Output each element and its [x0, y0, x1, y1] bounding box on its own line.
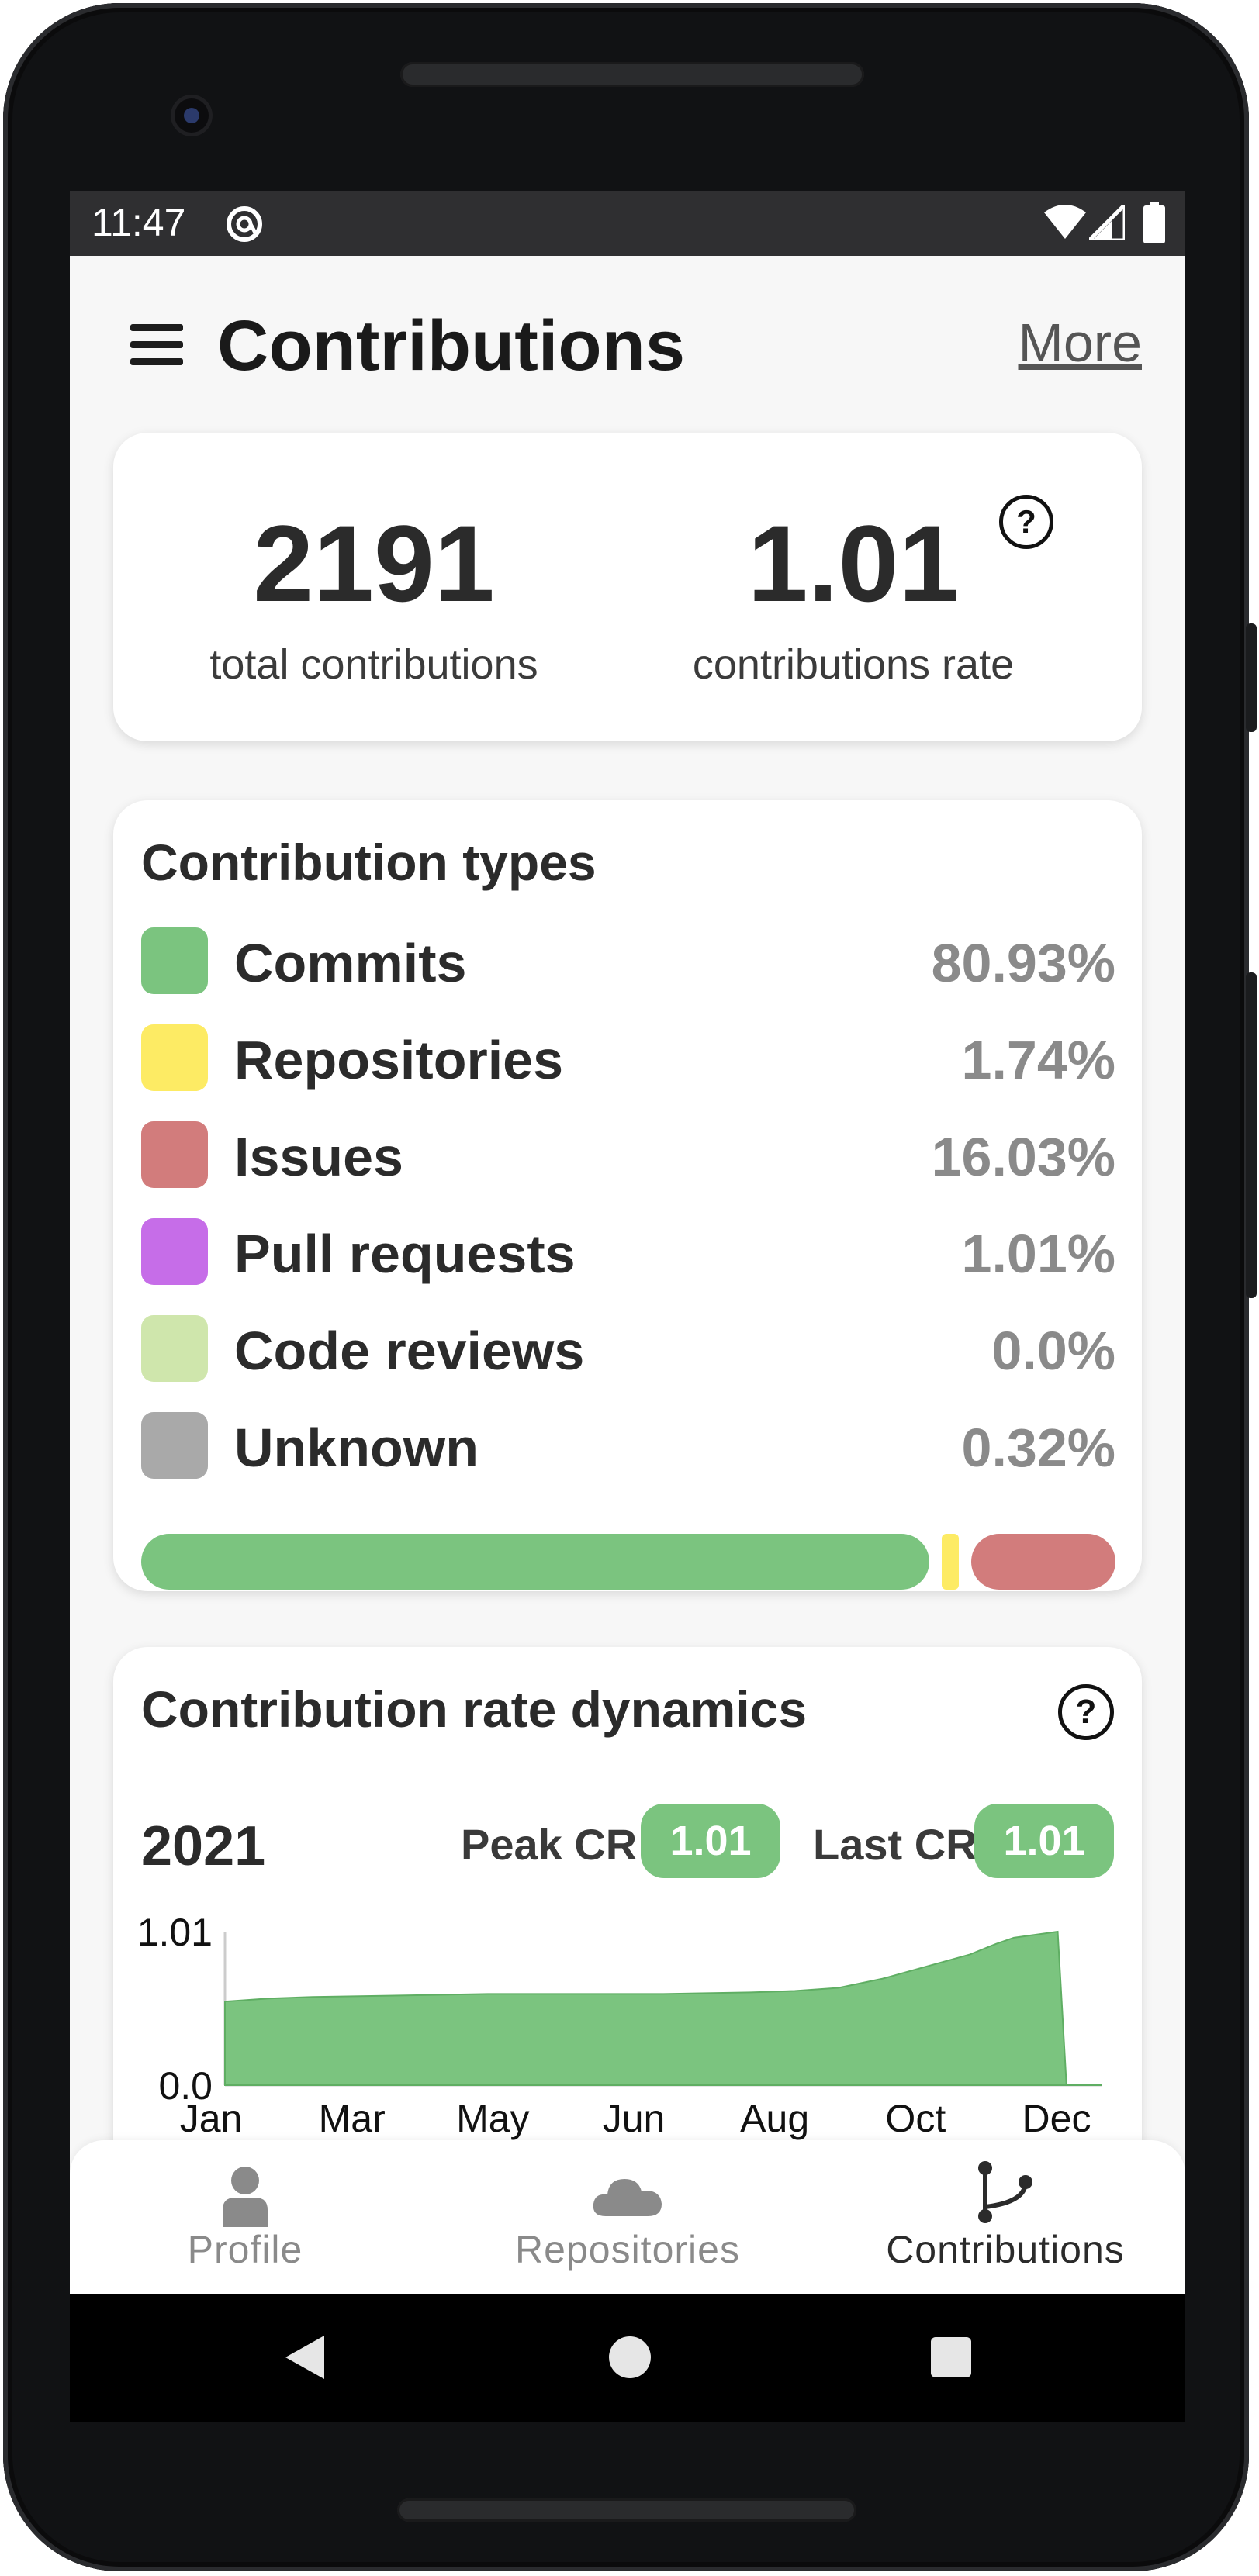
phone-frame: 11:47 Contributions More 2191 total cont… — [3, 3, 1257, 2571]
back-triangle-icon[interactable] — [281, 2333, 327, 2382]
question-circle-icon[interactable]: ? — [999, 495, 1053, 549]
system-nav-bar — [70, 2294, 1185, 2422]
status-bar: 11:47 — [70, 191, 1185, 256]
battery-icon — [1143, 202, 1165, 243]
page-title: Contributions — [217, 306, 685, 385]
more-link[interactable]: More — [1019, 312, 1142, 374]
contribution-types-bar — [141, 1534, 1115, 1590]
type-value: 0.0% — [991, 1321, 1115, 1381]
bar-segment-commits — [141, 1534, 930, 1590]
x-tick-label: Dec — [1022, 2097, 1091, 2140]
nav-label-contributions: Contributions — [886, 2228, 1125, 2271]
type-row-repositories: Repositories 1.74% — [141, 1024, 1115, 1094]
person-icon — [223, 2167, 268, 2227]
type-label: Code reviews — [234, 1321, 585, 1381]
recents-square-icon[interactable] — [929, 2336, 973, 2379]
x-tick-label: Mar — [319, 2097, 386, 2140]
contribution-types-card: Contribution types Commits 80.93% Reposi… — [113, 800, 1142, 1591]
menu-icon[interactable] — [130, 324, 185, 371]
type-value: 1.01% — [961, 1224, 1115, 1284]
type-row-pull-requests: Pull requests 1.01% — [141, 1218, 1115, 1288]
type-label: Issues — [234, 1127, 403, 1187]
type-label: Unknown — [234, 1417, 479, 1478]
signal-icon — [1089, 205, 1125, 240]
at-sign-icon — [227, 206, 262, 242]
nav-item-repositories[interactable]: Repositories — [472, 2140, 783, 2294]
bottom-nav: Profile Repositories Contributions — [70, 2140, 1185, 2294]
x-tick-label: Jun — [603, 2097, 666, 2140]
bar-segment-repositories — [942, 1534, 960, 1590]
type-row-commits: Commits 80.93% — [141, 927, 1115, 997]
earpiece-speaker — [400, 62, 864, 87]
issues-swatch — [141, 1121, 208, 1188]
cloud-icon — [593, 2179, 662, 2216]
total-contributions-value: 2191 — [253, 502, 495, 624]
bar-segment-issues — [971, 1534, 1115, 1590]
type-label: Repositories — [234, 1030, 563, 1090]
pull-requests-swatch — [141, 1218, 208, 1285]
repositories-swatch — [141, 1024, 208, 1091]
contribution-types-title: Contribution types — [141, 834, 597, 891]
type-row-unknown: Unknown 0.32% — [141, 1412, 1115, 1482]
type-value: 1.74% — [961, 1030, 1115, 1090]
side-button-power — [1246, 623, 1257, 732]
code-reviews-swatch — [141, 1315, 208, 1382]
contribution-rate-area — [224, 1930, 1102, 2086]
x-tick-label: May — [456, 2097, 529, 2140]
type-label: Commits — [234, 933, 467, 993]
front-camera — [171, 95, 213, 136]
nav-label-repositories: Repositories — [515, 2228, 740, 2271]
status-time: 11:47 — [92, 201, 186, 244]
side-button-volume — [1246, 972, 1257, 1298]
nav-item-profile[interactable]: Profile — [90, 2140, 400, 2294]
unknown-swatch — [141, 1412, 208, 1479]
app-header: Contributions More — [70, 256, 1185, 385]
commits-swatch — [141, 927, 208, 994]
type-value: 0.32% — [961, 1417, 1115, 1478]
type-value: 16.03% — [931, 1127, 1115, 1187]
x-tick-label: Oct — [885, 2097, 946, 2140]
x-tick-label: Aug — [740, 2097, 809, 2140]
type-value: 80.93% — [931, 933, 1115, 993]
nav-item-contributions[interactable]: Contributions — [850, 2140, 1160, 2294]
type-label: Pull requests — [234, 1224, 576, 1284]
branch-icon — [978, 2161, 1032, 2223]
contributions-rate-label: contributions rate — [692, 641, 1015, 688]
wifi-icon — [1044, 205, 1086, 239]
type-row-issues: Issues 16.03% — [141, 1121, 1115, 1191]
screen: 11:47 Contributions More 2191 total cont… — [70, 191, 1185, 2422]
nav-label-profile: Profile — [187, 2228, 303, 2271]
bottom-speaker — [397, 2498, 856, 2522]
type-row-code-reviews: Code reviews 0.0% — [141, 1315, 1115, 1385]
x-tick-label: Jan — [180, 2097, 243, 2140]
summary-card: 2191 total contributions 1.01 contributi… — [113, 433, 1142, 741]
total-contributions-label: total contributions — [209, 641, 538, 688]
home-circle-icon[interactable] — [608, 2336, 652, 2379]
y-tick-label: 1.01 — [137, 1911, 213, 1954]
